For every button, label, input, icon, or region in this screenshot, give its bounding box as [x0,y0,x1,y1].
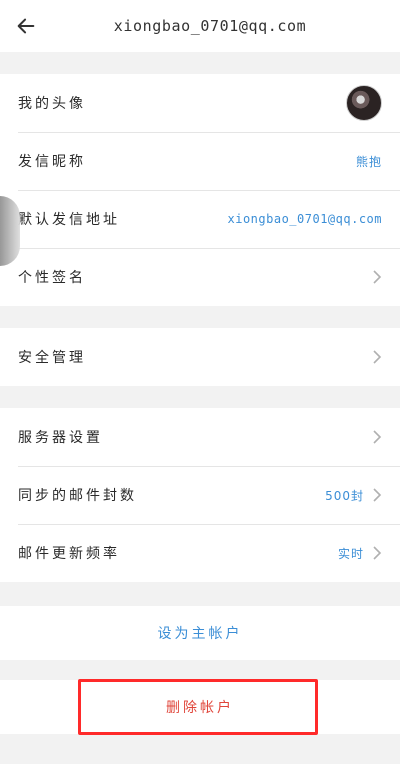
sync-count-label: 同步的邮件封数 [18,488,137,504]
server-settings-label: 服务器设置 [18,430,103,446]
chevron-right-icon [373,350,382,364]
profile-section: 我的头像 发信昵称 熊抱 默认发信地址 xiongbao_0701@qq.com… [0,74,400,306]
security-row[interactable]: 安全管理 [0,328,400,386]
update-frequency-label: 邮件更新频率 [18,546,120,562]
update-frequency-row[interactable]: 邮件更新频率 实时 [0,524,400,582]
side-decoration [0,196,20,266]
set-primary-button[interactable]: 设为主帐户 [0,606,400,660]
update-frequency-value: 实时 [337,546,364,561]
header-bar: xiongbao_0701@qq.com [0,0,400,52]
sync-count-row[interactable]: 同步的邮件封数 500封 [0,466,400,524]
server-section: 服务器设置 同步的邮件封数 500封 邮件更新频率 实时 [0,408,400,582]
sync-count-value: 500封 [325,488,364,503]
page-title: xiongbao_0701@qq.com [113,17,307,35]
avatar[interactable] [346,85,382,121]
nickname-label: 发信昵称 [18,154,86,170]
chevron-right-icon [373,430,382,444]
sender-address-value: xiongbao_0701@qq.com [227,212,382,226]
chevron-right-icon [373,270,382,284]
nickname-value: 熊抱 [355,154,382,169]
avatar-row[interactable]: 我的头像 [0,74,400,132]
sender-address-label: 默认发信地址 [18,212,120,228]
set-primary-section: 设为主帐户 [0,606,400,660]
highlight-box [78,679,318,735]
security-label: 安全管理 [18,350,86,366]
sender-address-row[interactable]: 默认发信地址 xiongbao_0701@qq.com [0,190,400,248]
signature-row[interactable]: 个性签名 [0,248,400,306]
signature-label: 个性签名 [18,270,86,286]
nickname-row[interactable]: 发信昵称 熊抱 [0,132,400,190]
chevron-right-icon [373,546,382,560]
server-settings-row[interactable]: 服务器设置 [0,408,400,466]
security-section: 安全管理 [0,328,400,386]
chevron-right-icon [373,488,382,502]
avatar-label: 我的头像 [18,96,86,112]
